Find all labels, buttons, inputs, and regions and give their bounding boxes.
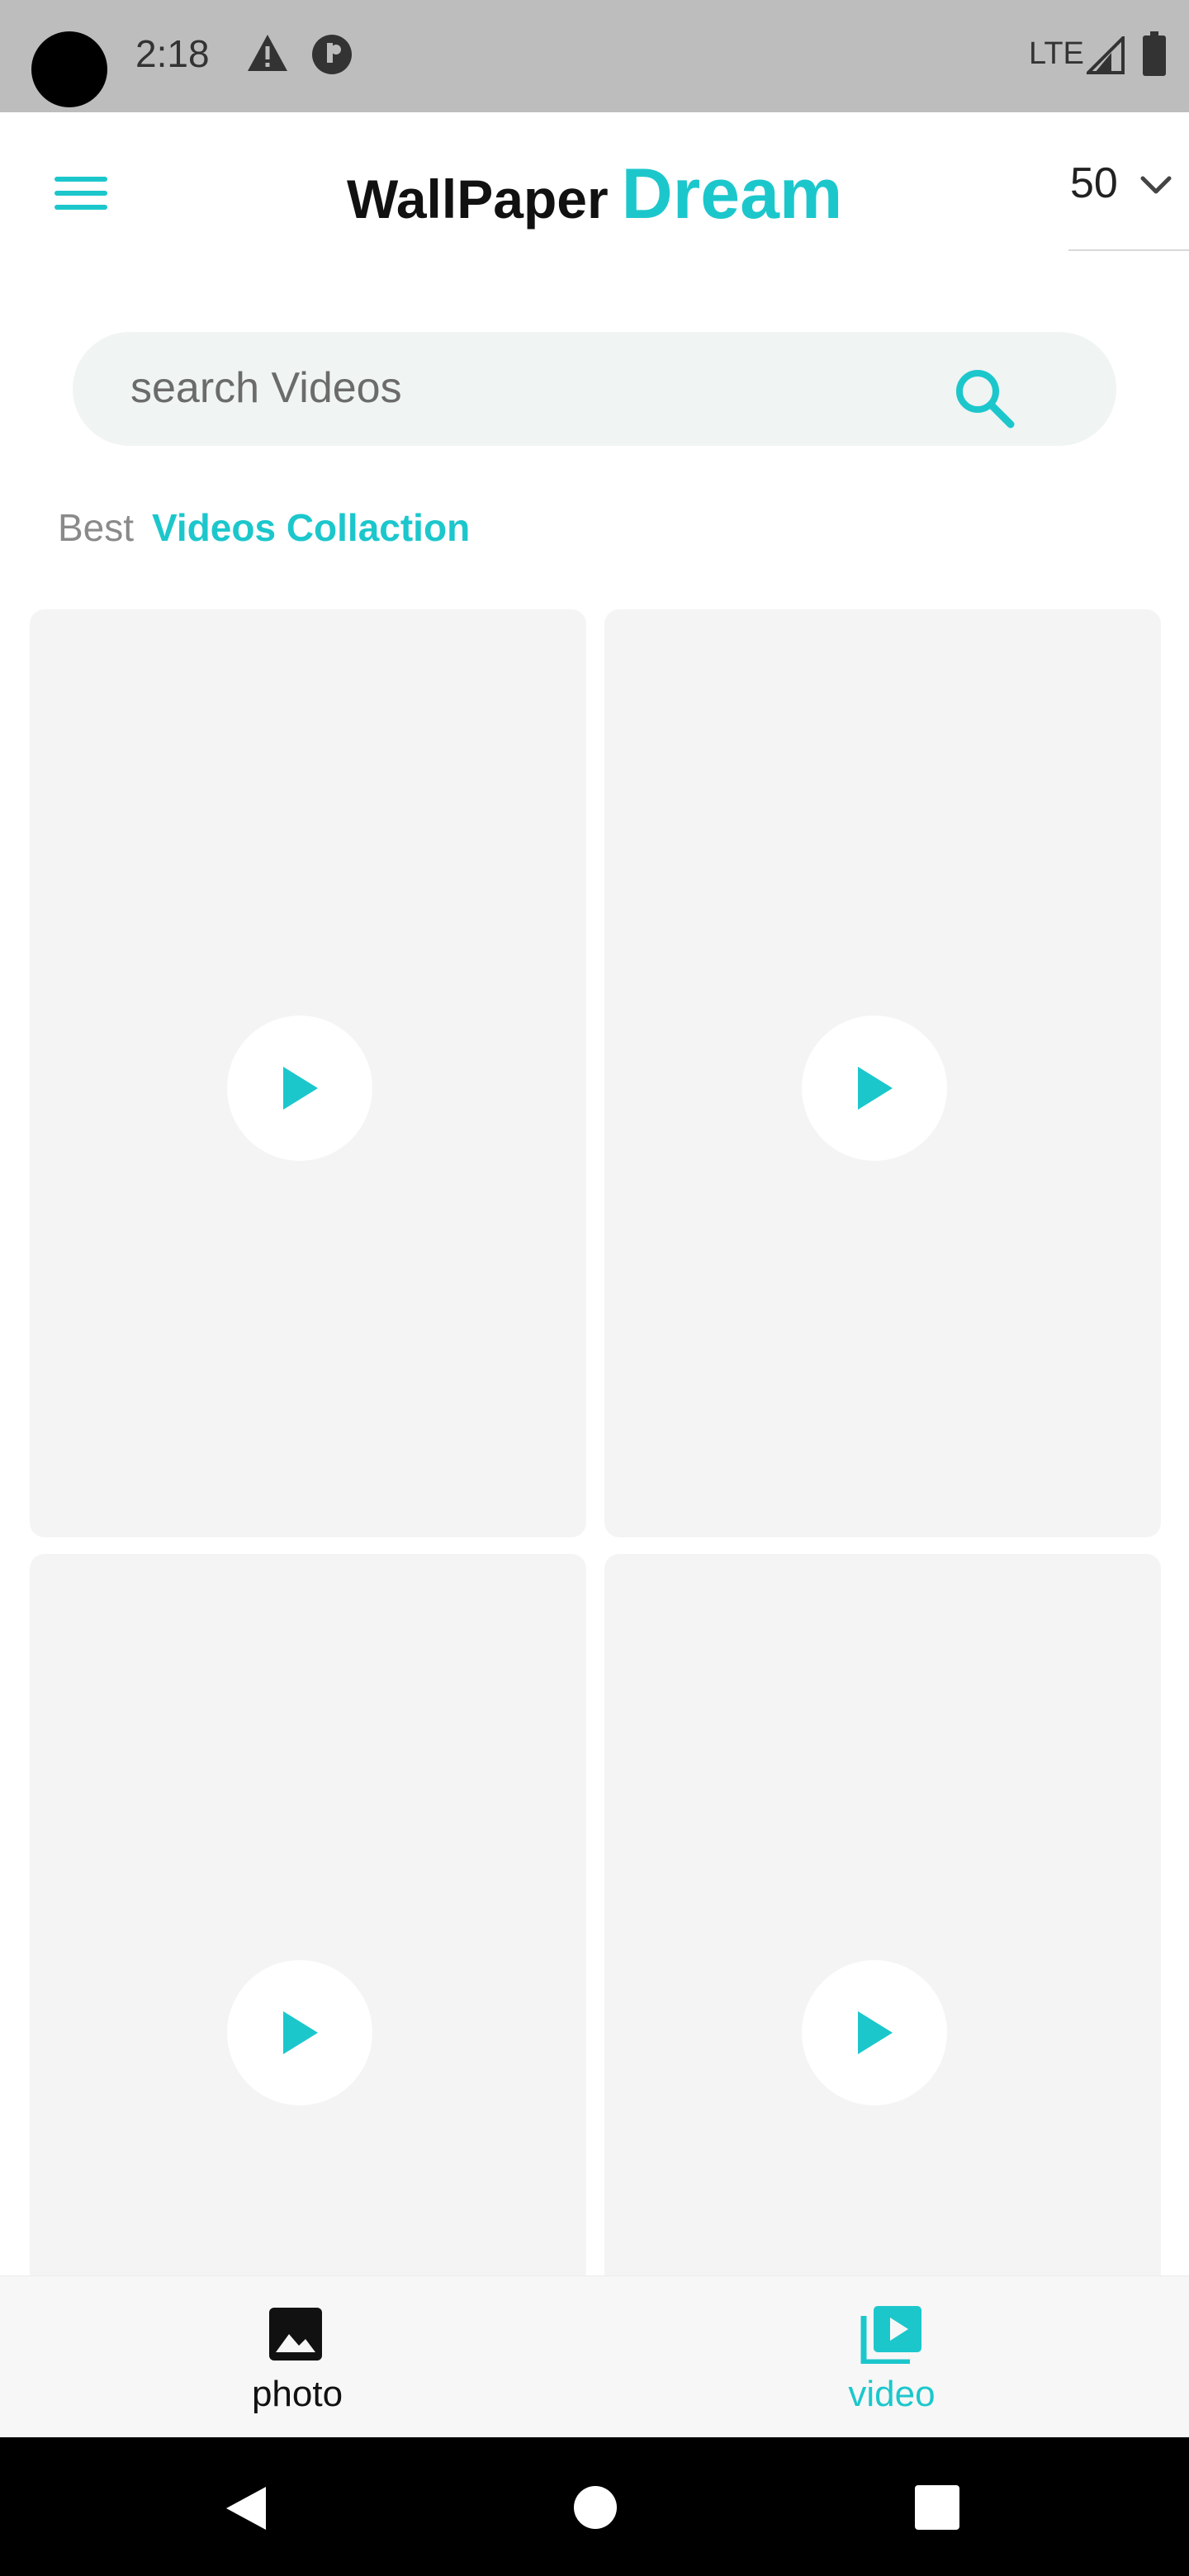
play-icon xyxy=(283,1067,318,1110)
status-bar: 2:18 LTE xyxy=(0,0,1189,112)
video-card[interactable] xyxy=(30,609,586,1537)
chevron-down-icon xyxy=(1138,167,1174,207)
search-bar xyxy=(73,332,1116,446)
play-button[interactable] xyxy=(802,1960,947,2105)
camera-cutout xyxy=(31,31,107,107)
section-heading-prefix: Best xyxy=(58,506,135,549)
recents-icon[interactable] xyxy=(915,2485,959,2534)
app-title-wallpaper: WallPaper xyxy=(347,168,609,230)
video-card[interactable] xyxy=(604,609,1161,1537)
app-title-dream: Dream xyxy=(621,154,843,234)
play-icon xyxy=(858,2011,893,2054)
status-time: 2:18 xyxy=(135,32,210,75)
section-heading-title: Videos Collaction xyxy=(152,506,471,549)
system-navigation-bar xyxy=(0,2437,1189,2576)
battery-icon xyxy=(1143,31,1166,80)
app-title: WallPaper Dream xyxy=(347,154,842,235)
play-icon xyxy=(858,1067,893,1110)
image-icon xyxy=(268,2306,324,2366)
play-icon xyxy=(283,2011,318,2054)
app-notification-icon xyxy=(310,33,353,80)
back-icon[interactable] xyxy=(223,2484,269,2537)
count-dropdown[interactable]: 50 xyxy=(1068,149,1189,251)
nav-label-video: video xyxy=(848,2374,936,2414)
section-heading: Best Videos Collaction xyxy=(58,505,470,550)
hamburger-menu-icon[interactable] xyxy=(54,173,107,213)
video-library-icon xyxy=(860,2304,923,2368)
home-icon[interactable] xyxy=(573,2485,618,2534)
nav-item-photo[interactable]: photo xyxy=(173,2276,421,2438)
nav-item-video[interactable]: video xyxy=(768,2276,1016,2438)
signal-icon xyxy=(1084,34,1125,78)
search-input[interactable] xyxy=(130,355,956,421)
warning-icon xyxy=(246,33,289,77)
network-type: LTE xyxy=(1029,36,1084,71)
bottom-navigation: photo video xyxy=(0,2275,1189,2437)
search-icon[interactable] xyxy=(950,363,1019,437)
nav-label-photo: photo xyxy=(251,2374,343,2414)
play-button[interactable] xyxy=(227,1960,372,2105)
play-button[interactable] xyxy=(802,1016,947,1161)
play-button[interactable] xyxy=(227,1016,372,1161)
count-value: 50 xyxy=(1070,159,1118,207)
